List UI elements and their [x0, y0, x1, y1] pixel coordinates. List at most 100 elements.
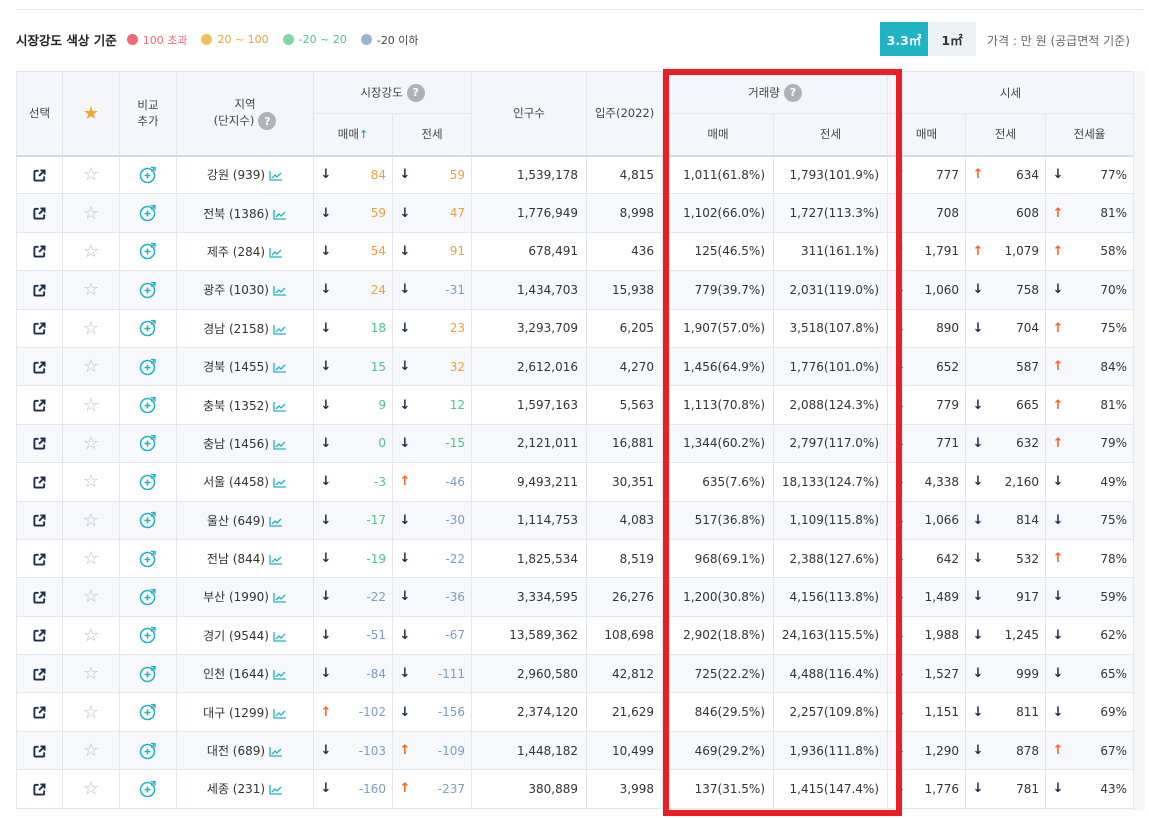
region-cell[interactable]: 대전 (689) [176, 730, 314, 771]
select-cell[interactable] [16, 308, 63, 348]
trend-chart-icon[interactable] [273, 477, 287, 488]
select-cell[interactable] [16, 154, 63, 195]
favorite-cell[interactable]: ☆ [62, 769, 120, 809]
region-cell[interactable]: 서울 (4458) [176, 462, 314, 502]
compare-cell[interactable] [119, 270, 177, 310]
select-cell[interactable] [16, 769, 63, 809]
favorite-cell[interactable]: ☆ [62, 462, 120, 502]
select-cell[interactable] [16, 346, 63, 387]
trend-chart-icon[interactable] [273, 439, 287, 450]
select-cell[interactable] [16, 462, 63, 502]
star-outline-icon[interactable]: ☆ [83, 395, 99, 416]
star-outline-icon[interactable]: ☆ [83, 203, 99, 224]
compare-cell[interactable] [119, 231, 177, 272]
header-ms-lease[interactable]: 전세 [391, 113, 473, 156]
table-row[interactable]: ☆ 인천 (1644) ↓ -84 ↓ -111 2,960,580 42,812 … [16, 654, 1135, 694]
star-outline-icon[interactable]: ☆ [83, 702, 99, 723]
table-row[interactable]: ☆ 경남 (2158) ↓ 18 ↓ 23 3,293,709 6,205 1,90… [16, 308, 1135, 348]
trend-chart-icon[interactable] [273, 631, 287, 642]
trend-chart-icon[interactable] [273, 669, 287, 680]
unit-sqm-button[interactable]: 1㎡ [928, 22, 976, 56]
compare-cell[interactable] [119, 692, 177, 732]
favorite-cell[interactable]: ☆ [62, 154, 120, 195]
table-row[interactable]: ☆ 광주 (1030) ↓ 24 ↓ -31 1,434,703 15,938 77… [16, 270, 1135, 310]
trend-chart-icon[interactable] [273, 324, 287, 335]
compare-cell[interactable] [119, 423, 177, 464]
select-cell[interactable] [16, 615, 63, 656]
region-cell[interactable]: 제주 (284) [176, 231, 314, 272]
region-cell[interactable]: 울산 (649) [176, 500, 314, 540]
star-outline-icon[interactable]: ☆ [83, 164, 99, 185]
header-move-in[interactable]: 입주(2022) [586, 71, 664, 156]
favorite-cell[interactable]: ☆ [62, 500, 120, 540]
trend-chart-icon[interactable] [273, 708, 287, 719]
table-row[interactable]: ☆ 경기 (9544) ↓ -51 ↓ -67 13,589,362 108,698… [16, 615, 1135, 656]
compare-cell[interactable] [119, 730, 177, 771]
star-outline-icon[interactable]: ☆ [83, 510, 99, 531]
header-population[interactable]: 인구수 [471, 71, 588, 156]
region-cell[interactable]: 경북 (1455) [176, 346, 314, 387]
add-compare-icon[interactable] [139, 358, 157, 376]
add-compare-icon[interactable] [139, 281, 157, 299]
add-compare-icon[interactable] [139, 242, 157, 260]
region-cell[interactable]: 강원 (939) [176, 154, 314, 195]
table-row[interactable]: ☆ 전남 (844) ↓ -19 ↓ -22 1,825,534 8,519 968… [16, 538, 1135, 579]
star-outline-icon[interactable]: ☆ [83, 241, 99, 262]
add-compare-icon[interactable] [139, 780, 157, 798]
table-row[interactable]: ☆ 제주 (284) ↓ 54 ↓ 91 678,491 436 125(46.5%… [16, 231, 1135, 272]
add-compare-icon[interactable] [139, 166, 157, 184]
trend-chart-icon[interactable] [273, 285, 287, 297]
trend-chart-icon[interactable] [269, 516, 283, 527]
compare-cell[interactable] [119, 193, 177, 233]
trend-chart-icon[interactable] [273, 592, 287, 604]
star-outline-icon[interactable]: ☆ [83, 548, 99, 569]
region-cell[interactable]: 전남 (844) [176, 538, 314, 579]
select-cell[interactable] [16, 270, 63, 310]
add-compare-icon[interactable] [139, 434, 157, 452]
favorite-cell[interactable]: ☆ [62, 538, 120, 579]
favorite-cell[interactable]: ☆ [62, 423, 120, 464]
region-cell[interactable]: 대구 (1299) [176, 692, 314, 732]
table-row[interactable]: ☆ 대구 (1299) ↑ -102 ↓ -156 2,374,120 21,629… [16, 692, 1135, 732]
trend-chart-icon[interactable] [269, 554, 283, 565]
trend-chart-icon[interactable] [269, 170, 283, 182]
compare-cell[interactable] [119, 577, 177, 617]
star-outline-icon[interactable]: ☆ [83, 279, 99, 300]
compare-cell[interactable] [119, 308, 177, 348]
compare-cell[interactable] [119, 615, 177, 656]
region-cell[interactable]: 충남 (1456) [176, 423, 314, 464]
table-row[interactable]: ☆ 세종 (231) ↓ -160 ↑ -237 380,889 3,998 137… [16, 769, 1135, 809]
unit-pyeong-button[interactable]: 3.3㎡ [880, 22, 928, 56]
select-cell[interactable] [16, 730, 63, 771]
favorite-cell[interactable]: ☆ [62, 346, 120, 387]
favorite-cell[interactable]: ☆ [62, 577, 120, 617]
table-row[interactable]: ☆ 부산 (1990) ↓ -22 ↓ -36 3,334,595 26,276 1… [16, 577, 1135, 617]
trend-chart-icon[interactable] [269, 247, 283, 258]
star-outline-icon[interactable]: ☆ [83, 740, 99, 761]
favorite-cell[interactable]: ☆ [62, 385, 120, 425]
table-row[interactable]: ☆ 서울 (4458) ↓ -3 ↑ -46 9,493,211 30,351 63… [16, 462, 1135, 502]
star-outline-icon[interactable]: ☆ [83, 433, 99, 454]
add-compare-icon[interactable] [139, 703, 157, 721]
add-compare-icon[interactable] [139, 319, 157, 337]
trend-chart-icon[interactable] [273, 209, 287, 220]
select-cell[interactable] [16, 692, 63, 732]
select-cell[interactable] [16, 538, 63, 579]
add-compare-icon[interactable] [139, 204, 157, 222]
favorite-cell[interactable]: ☆ [62, 231, 120, 272]
table-row[interactable]: ☆ 경북 (1455) ↓ 15 ↓ 32 2,612,016 4,270 1,45… [16, 346, 1135, 387]
select-cell[interactable] [16, 500, 63, 540]
table-row[interactable]: ☆ 대전 (689) ↓ -103 ↑ -109 1,448,182 10,499 … [16, 730, 1135, 771]
add-compare-icon[interactable] [139, 588, 157, 606]
header-price-sale[interactable]: 매매 [887, 113, 967, 156]
add-compare-icon[interactable] [139, 742, 157, 760]
select-cell[interactable] [16, 654, 63, 694]
compare-cell[interactable] [119, 500, 177, 540]
compare-cell[interactable] [119, 385, 177, 425]
compare-cell[interactable] [119, 769, 177, 809]
region-cell[interactable]: 인천 (1644) [176, 654, 314, 694]
favorite-cell[interactable]: ☆ [62, 615, 120, 656]
compare-cell[interactable] [119, 654, 177, 694]
select-cell[interactable] [16, 193, 63, 233]
add-compare-icon[interactable] [139, 473, 157, 491]
